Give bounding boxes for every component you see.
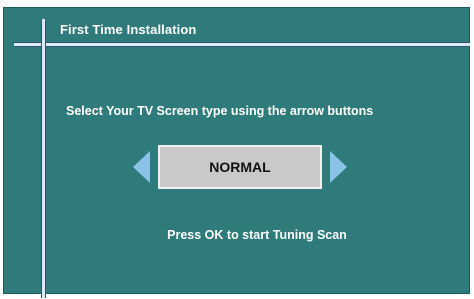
frame-horizontal-line <box>14 42 470 47</box>
page-title: First Time Installation <box>60 22 197 37</box>
screen-type-value[interactable]: NORMAL <box>158 145 322 189</box>
tv-setup-screen: First Time Installation Select Your TV S… <box>0 0 474 299</box>
instruction-text: Select Your TV Screen type using the arr… <box>66 104 374 118</box>
screen-type-selector[interactable]: NORMAL <box>133 145 347 189</box>
arrow-left-icon[interactable] <box>133 151 150 183</box>
frame-vertical-line <box>41 19 46 298</box>
arrow-right-icon[interactable] <box>330 151 347 183</box>
ok-hint-text: Press OK to start Tuning Scan <box>167 228 347 242</box>
